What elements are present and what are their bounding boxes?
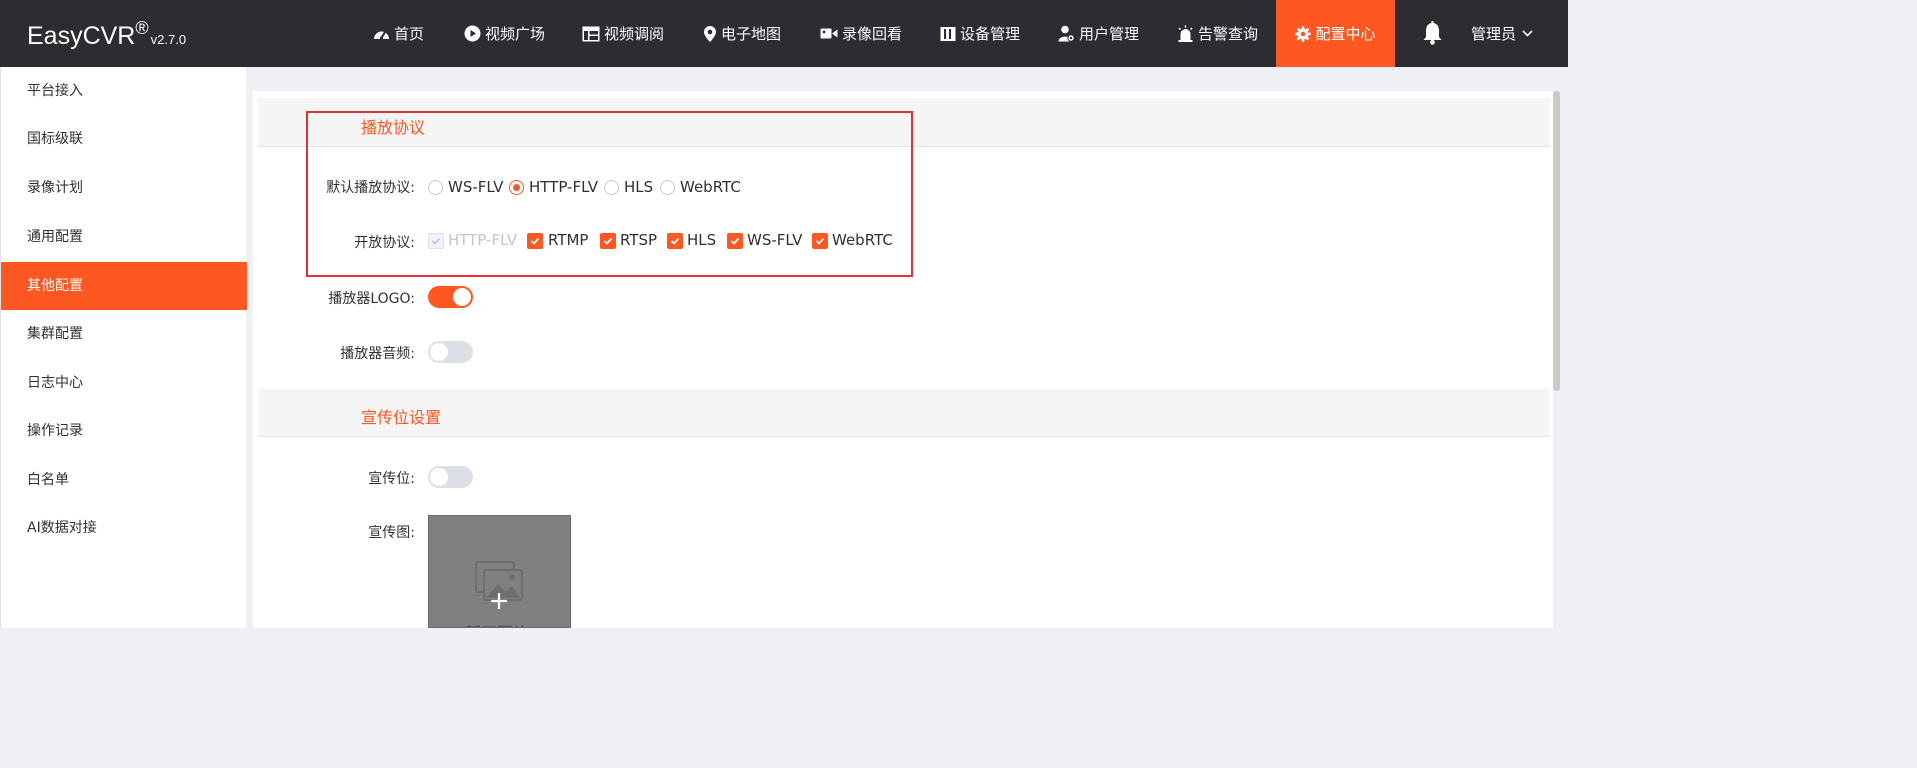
sidebar-item-operation-records[interactable]: 操作记录 (1, 407, 247, 455)
section-header-promo: 宣传位设置 (258, 389, 1550, 437)
player-audio-toggle[interactable] (428, 341, 473, 363)
sidebar-item-platform-access[interactable]: 平台接入 (1, 67, 247, 115)
alarm-icon (1178, 25, 1193, 42)
nav-video-review[interactable]: 视频调阅 (582, 0, 664, 67)
sidebar-item-general-config[interactable]: 通用配置 (1, 213, 247, 261)
device-icon (940, 26, 956, 41)
player-logo-label: 播放器LOGO: (328, 291, 415, 307)
user-name: 管理员 (1471, 25, 1517, 43)
player-audio-label: 播放器音频: (340, 346, 415, 362)
gear-icon (1295, 25, 1312, 42)
promo-image-upload[interactable]: 暂无图片 (428, 515, 571, 628)
user-gear-icon (1058, 25, 1075, 42)
promo-image-label: 宣传图: (368, 525, 415, 541)
player-logo-toggle[interactable] (428, 286, 473, 308)
section-title-promo: 宣传位设置 (361, 408, 442, 427)
nav-home[interactable]: 首页 (373, 0, 424, 67)
sidebar-item-log-center[interactable]: 日志中心 (1, 359, 247, 407)
promo-toggle[interactable] (428, 466, 473, 488)
nav-config-center[interactable]: 配置中心 (1276, 0, 1395, 67)
sidebar: 平台接入 国标级联 录像计划 通用配置 其他配置 集群配置 日志中心 操作记录 … (0, 67, 247, 628)
promo-toggle-label: 宣传位: (368, 471, 415, 487)
sidebar-item-recording-plan[interactable]: 录像计划 (1, 164, 247, 212)
plus-icon (491, 593, 507, 609)
highlight-box (306, 111, 913, 277)
nav-recording-playback[interactable]: 录像回看 (820, 0, 902, 67)
map-pin-icon (704, 25, 716, 42)
scrollbar[interactable] (1553, 91, 1560, 391)
upload-placeholder-text: 暂无图片 (465, 620, 529, 627)
sidebar-item-ai-data[interactable]: AI数据对接 (1, 504, 247, 552)
video-camera-icon (820, 28, 838, 39)
sidebar-item-cluster-config[interactable]: 集群配置 (1, 310, 247, 358)
sidebar-item-whitelist[interactable]: 白名单 (1, 456, 247, 504)
grid-layout-icon (582, 26, 600, 41)
nav-e-map[interactable]: 电子地图 (703, 0, 781, 67)
play-circle-icon (464, 25, 481, 42)
top-navbar: EasyCVR®v2.7.0 首页 视频广场 视频调阅 电子地图 录像回看 设备… (0, 0, 1568, 67)
sidebar-item-gb-cascade[interactable]: 国标级联 (1, 115, 247, 163)
chevron-down-icon (1522, 30, 1533, 37)
app-logo[interactable]: EasyCVR®v2.7.0 (27, 18, 186, 51)
nav-video-square[interactable]: 视频广场 (464, 0, 545, 67)
user-menu[interactable]: 管理员 (1471, 0, 1533, 67)
bell-icon[interactable] (1422, 21, 1443, 45)
nav-user-management[interactable]: 用户管理 (1058, 0, 1139, 67)
nav-device-management[interactable]: 设备管理 (940, 0, 1020, 67)
sidebar-item-other-config[interactable]: 其他配置 (1, 262, 247, 310)
nav-alarm-query[interactable]: 告警查询 (1177, 0, 1258, 67)
dashboard-icon (374, 30, 389, 40)
